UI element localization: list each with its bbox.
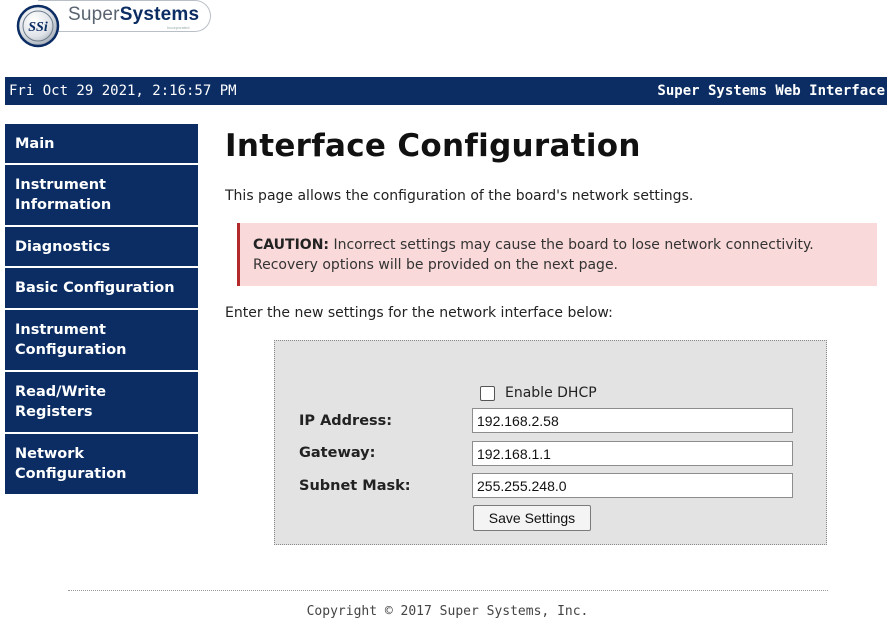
sidebar-item-instrument-configuration[interactable]: Instrument Configuration (5, 310, 198, 372)
subnet-mask-label: Subnet Mask: (299, 478, 411, 494)
logo-tagline: Incorporated (167, 25, 190, 30)
main-content: Interface Configuration This page allows… (225, 124, 880, 321)
sidebar-item-basic-configuration[interactable]: Basic Configuration (5, 268, 198, 310)
ssi-emblem-icon: SSi (16, 4, 60, 48)
logo-wordmark: SuperSystems (68, 4, 200, 25)
emblem-text: SSi (28, 20, 48, 35)
company-logo: SuperSystems Incorporated SSi (16, 0, 211, 48)
enable-dhcp-checkbox[interactable] (480, 385, 495, 401)
gateway-input[interactable]: 192.168.1.1 (472, 441, 793, 466)
header-bar: Fri Oct 29 2021, 2:16:57 PM Super System… (5, 77, 887, 105)
ip-address-label: IP Address: (299, 413, 393, 429)
gateway-label: Gateway: (299, 445, 376, 461)
footer-divider (68, 590, 828, 591)
caution-text: Incorrect settings may cause the board t… (253, 237, 814, 273)
sidebar-item-diagnostics[interactable]: Diagnostics (5, 227, 198, 268)
header-datetime: Fri Oct 29 2021, 2:16:57 PM (9, 83, 237, 99)
subnet-mask-input[interactable]: 255.255.248.0 (472, 473, 793, 498)
caution-label: CAUTION: (253, 237, 330, 253)
header-title: Super Systems Web Interface (657, 83, 885, 99)
save-settings-button[interactable]: Save Settings (473, 505, 591, 531)
instruction-text: Enter the new settings for the network i… (225, 305, 613, 321)
sidebar-nav: Main Instrument Information Diagnostics … (5, 124, 198, 496)
sidebar-item-read-write-registers[interactable]: Read/Write Registers (5, 372, 198, 434)
dhcp-option[interactable]: Enable DHCP (480, 385, 597, 401)
enable-dhcp-label: Enable DHCP (505, 385, 597, 401)
caution-message: CAUTION: Incorrect settings may cause th… (237, 223, 877, 286)
sidebar-item-instrument-information[interactable]: Instrument Information (5, 165, 198, 227)
intro-text: This page allows the configuration of th… (225, 188, 694, 204)
sidebar-item-main[interactable]: Main (5, 124, 198, 165)
footer-copyright: Copyright © 2017 Super Systems, Inc. (306, 604, 589, 619)
sidebar-item-network-configuration[interactable]: Network Configuration (5, 434, 198, 496)
page-title: Interface Configuration (225, 128, 641, 164)
network-settings-form: Enable DHCP IP Address: 192.168.2.58 Gat… (274, 340, 827, 545)
ip-address-input[interactable]: 192.168.2.58 (472, 408, 793, 433)
